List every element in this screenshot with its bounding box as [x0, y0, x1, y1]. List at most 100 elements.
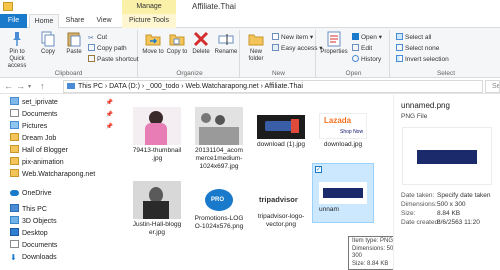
- nav-label: This PC: [22, 206, 47, 213]
- file-item[interactable]: tripadvisor tripadvisor-logo- vector.png: [250, 181, 312, 229]
- invert-selection-button[interactable]: Invert selection: [396, 55, 449, 64]
- search-input[interactable]: Search: [485, 80, 500, 93]
- copy-path-button[interactable]: Copy path: [88, 44, 127, 53]
- file-name-line: er.jpg: [149, 229, 165, 236]
- folder-icon: [10, 133, 19, 141]
- paste-button[interactable]: Paste: [62, 30, 86, 55]
- nav-label: OneDrive: [22, 190, 52, 197]
- new-group: New folder New item ▾ Easy access ▾ New: [242, 30, 323, 78]
- file-name-line: 79413-thumbnail: [132, 147, 182, 154]
- nav-item-pictures[interactable]: Pictures 📌: [10, 121, 116, 133]
- ribbon: Pin to Quick access Copy Paste ✂ Cut Copy…: [0, 28, 500, 78]
- pin-icon: 📌: [105, 100, 113, 106]
- move-to-label: Move to: [142, 49, 164, 55]
- new-item-icon: [272, 33, 279, 40]
- tab-share[interactable]: Share: [62, 14, 88, 28]
- tab-picture-tools[interactable]: Picture Tools: [122, 14, 176, 28]
- details-date-taken-value[interactable]: Specify date taken: [437, 192, 490, 199]
- back-arrow-icon[interactable]: ←: [4, 81, 13, 91]
- tab-view[interactable]: View: [91, 14, 117, 28]
- file-name-line: unnam: [319, 206, 339, 213]
- invert-selection-icon: [396, 55, 403, 62]
- nav-label: Pictures: [22, 123, 48, 130]
- checkbox-checked-icon[interactable]: ✓: [315, 166, 322, 173]
- folder-icon: [3, 2, 13, 11]
- nav-item-dream-job[interactable]: Dream Job: [10, 133, 116, 145]
- file-item[interactable]: download (1).jpg: [250, 107, 312, 149]
- manage-context-tab[interactable]: Manage: [122, 0, 176, 14]
- 3d-objects-icon: [10, 216, 19, 224]
- recent-locations-chevron-icon[interactable]: ▾: [28, 83, 31, 90]
- details-dimensions-label: Dimensions:: [401, 201, 437, 208]
- edit-button[interactable]: Edit: [352, 44, 372, 53]
- folder-icon: [10, 169, 19, 177]
- properties-button[interactable]: Properties: [319, 30, 349, 55]
- file-item[interactable]: 20131104_acom merce1medium- 1024x697.jpg: [188, 107, 250, 171]
- address-input[interactable]: This PC › DATA (D:) › _000_todo › Web.Wa…: [63, 80, 483, 93]
- file-name-line: Promotions-LOG: [194, 215, 244, 222]
- nav-item-desktop[interactable]: Desktop: [10, 228, 116, 240]
- navigation-pane: set_iprivate 📌 Documents 📌 Pictures 📌 Dream…: [0, 95, 118, 270]
- select-group: Select all Select none Invert selection …: [392, 30, 500, 78]
- tab-file[interactable]: File: [0, 14, 27, 28]
- file-item[interactable]: Lazada Shop Now download.jpg: [312, 107, 374, 149]
- copy-path-label: Copy path: [97, 45, 127, 52]
- nav-item-hall-of-blogger[interactable]: Hall of Blogger: [10, 145, 116, 157]
- nav-item-documents-pinned[interactable]: Documents 📌: [10, 109, 116, 121]
- nav-item-downloads[interactable]: ⬇ Downloads: [10, 252, 116, 264]
- history-button[interactable]: History: [352, 55, 381, 64]
- nav-item-web-watcharapong[interactable]: Web.Watcharapong.net: [10, 169, 116, 181]
- easy-access-button[interactable]: Easy access ▾: [272, 44, 323, 53]
- tab-home[interactable]: Home: [29, 14, 59, 29]
- nav-item-this-pc[interactable]: This PC: [10, 204, 116, 216]
- downloads-icon: ⬇: [10, 253, 17, 262]
- paste-label: Paste: [66, 49, 82, 55]
- file-item[interactable]: PRO Promotions-LOG O-1024x576.png: [188, 181, 250, 231]
- pin-icon: 📌: [105, 124, 113, 130]
- copy-to-button[interactable]: Copy to: [166, 30, 188, 55]
- open-button[interactable]: Open ▾: [352, 33, 382, 42]
- details-size-value: 8.84 KB: [437, 210, 461, 217]
- file-thumbnail: [133, 107, 181, 145]
- file-thumbnail: Lazada Shop Now: [319, 113, 367, 139]
- copy-button[interactable]: Copy: [36, 30, 60, 55]
- select-all-label: Select all: [405, 34, 432, 41]
- new-folder-button[interactable]: New folder: [244, 30, 268, 63]
- pin-quick-access-button[interactable]: Pin to Quick access: [2, 30, 32, 70]
- select-all-button[interactable]: Select all: [396, 33, 431, 42]
- clipboard-group: Pin to Quick access Copy Paste ✂ Cut Copy…: [0, 30, 139, 78]
- properties-label: Properties: [320, 49, 348, 55]
- forward-arrow-icon[interactable]: →: [16, 81, 25, 91]
- cut-button[interactable]: ✂ Cut: [88, 33, 107, 42]
- paste-shortcut-icon: [88, 55, 95, 62]
- details-file-name: unnamed.png: [401, 101, 450, 110]
- nav-item-set-iprivate[interactable]: set_iprivate 📌: [10, 97, 116, 109]
- address-path: This PC › DATA (D:) › _000_todo › Web.Wa…: [78, 83, 303, 90]
- file-item[interactable]: 79413-thumbnail .jpg: [126, 107, 188, 163]
- nav-label: set_iprivate: [22, 99, 58, 106]
- rename-button[interactable]: Rename: [214, 30, 238, 55]
- title-bar: Manage Affiliate.Thai: [0, 0, 500, 14]
- easy-access-label: Easy access: [281, 45, 318, 52]
- promo-logo: PRO: [211, 197, 225, 203]
- nav-label: Downloads: [22, 254, 57, 261]
- delete-button[interactable]: Delete: [190, 30, 212, 55]
- nav-label: pix-animation: [22, 159, 64, 166]
- nav-item-3d-objects[interactable]: 3D Objects: [10, 216, 116, 228]
- select-none-button[interactable]: Select none: [396, 44, 439, 53]
- nav-label: Web.Watcharapong.net: [22, 171, 96, 178]
- nav-item-pix-animation[interactable]: pix-animation: [10, 157, 116, 169]
- history-label: History: [361, 56, 382, 63]
- nav-item-onedrive[interactable]: OneDrive: [10, 188, 116, 200]
- details-date-created-label: Date created:: [401, 219, 441, 226]
- file-item-selected[interactable]: ✓ unnam: [312, 163, 374, 223]
- move-to-button[interactable]: Move to: [142, 30, 164, 55]
- new-item-button[interactable]: New item ▾: [272, 33, 313, 42]
- file-thumbnail: [195, 107, 243, 145]
- nav-label: Documents: [22, 242, 58, 249]
- nav-item-documents[interactable]: Documents: [10, 240, 116, 252]
- paste-shortcut-button[interactable]: Paste shortcut: [88, 55, 139, 64]
- file-item[interactable]: Justin-Hall-blogg er.jpg: [126, 181, 188, 237]
- nav-label: Hall of Blogger: [22, 147, 68, 154]
- up-arrow-icon[interactable]: ↑: [40, 81, 45, 91]
